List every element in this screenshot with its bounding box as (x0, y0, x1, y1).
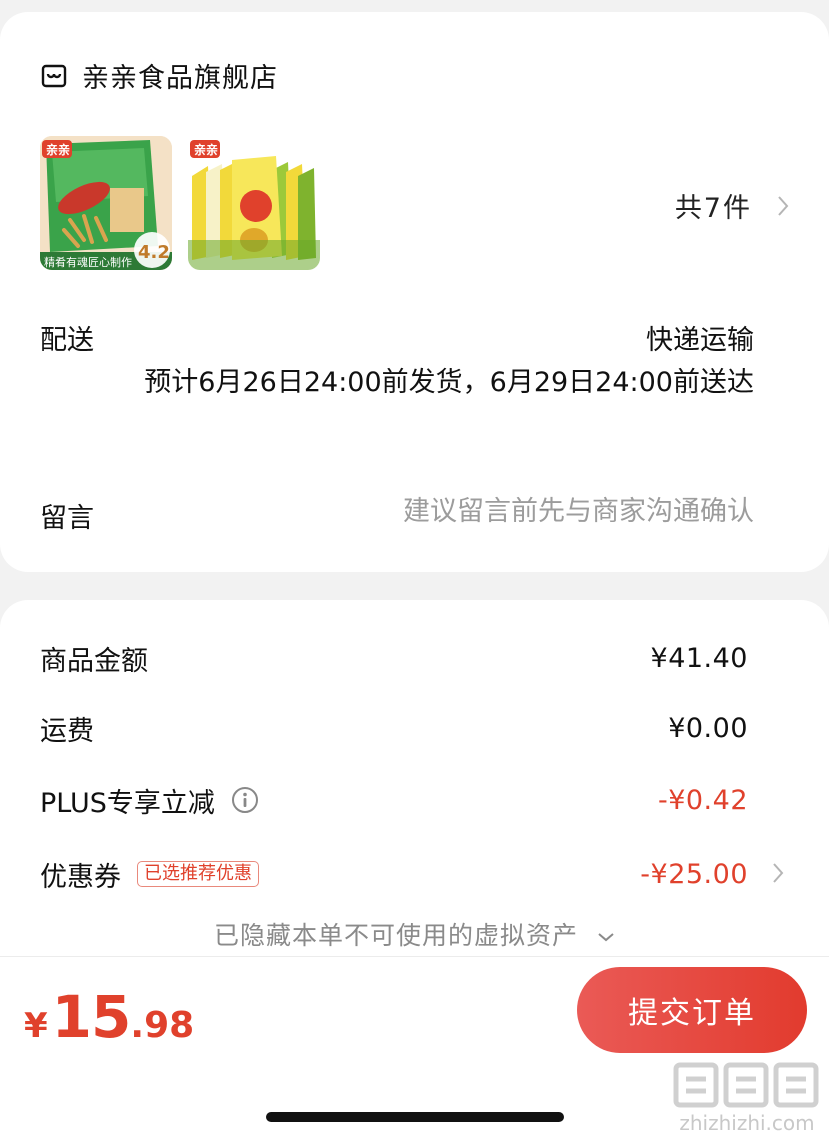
watermark-url: zhizhizhi.com (679, 1111, 815, 1135)
total-currency: ¥ (24, 1006, 48, 1046)
total-decimal: .98 (130, 1005, 195, 1046)
goods-amount-value: ¥41.40 (650, 642, 748, 674)
coupon-value: -¥25.00 (640, 858, 748, 890)
note-input[interactable] (254, 496, 754, 527)
order-total: ¥ 15 .98 (24, 983, 194, 1051)
chevron-right-icon (778, 195, 789, 216)
item-count-link[interactable]: 共7件 (675, 186, 790, 225)
total-integer: 15 (51, 983, 132, 1051)
shipping-label: 运费 (40, 715, 94, 747)
product-thumbnail-snack[interactable]: 亲亲 精肴有魂匠心制作 4.2 (40, 136, 172, 270)
delivery-method: 快递运输 (646, 325, 754, 356)
submit-order-button[interactable]: 提交订单 (577, 967, 807, 1053)
drink-pouches-image: 亲亲 (188, 136, 320, 270)
snack-bag-image: 亲亲 精肴有魂匠心制作 4.2 (40, 136, 172, 270)
hidden-assets-text: 已隐藏本单不可使用的虚拟资产 (214, 921, 579, 950)
checkout-bar: ¥ 15 .98 提交订单 zhizhizhi.com (0, 956, 829, 1141)
note-label: 留言 (40, 503, 94, 534)
goods-amount-row: 商品金额 ¥41.40 (40, 636, 748, 680)
shipping-row: 运费 ¥0.00 (40, 706, 748, 750)
product-row[interactable]: 亲亲 精肴有魂匠心制作 4.2 亲亲 共7件 (40, 136, 790, 276)
coupon-label: 优惠券 (40, 861, 121, 893)
note-row: 留言 (40, 496, 754, 536)
chevron-down-icon (598, 933, 614, 942)
chevron-right-icon (773, 863, 784, 883)
plus-discount-value: -¥0.42 (657, 784, 748, 816)
home-indicator (266, 1112, 564, 1122)
delivery-label: 配送 (40, 325, 94, 356)
delivery-row: 配送 快递运输 预计6月26日24:00前发货，6月29日24:00前送达 (40, 318, 754, 438)
plus-discount-row: PLUS专享立减 -¥0.42 (40, 778, 748, 822)
item-count: 共7件 (674, 193, 752, 224)
coupon-row[interactable]: 优惠券 已选推荐优惠 -¥25.00 (40, 852, 784, 896)
product-thumbnail-drink[interactable]: 亲亲 (188, 136, 320, 270)
delivery-estimate: 预计6月26日24:00前发货，6月29日24:00前送达 (144, 367, 754, 398)
store-header[interactable]: 亲亲食品旗舰店 (40, 56, 278, 95)
svg-text:亲亲: 亲亲 (46, 142, 70, 157)
goods-amount-label: 商品金额 (40, 645, 148, 677)
store-name[interactable]: 亲亲食品旗舰店 (82, 56, 278, 95)
svg-text:4.2: 4.2 (138, 242, 170, 263)
svg-text:亲亲: 亲亲 (194, 142, 218, 157)
hidden-assets-toggle[interactable]: 已隐藏本单不可使用的虚拟资产 (0, 916, 829, 952)
plus-discount-label: PLUS专享立减 (40, 787, 215, 819)
svg-text:精肴有魂匠心制作: 精肴有魂匠心制作 (44, 255, 132, 269)
store-card: 亲亲食品旗舰店 亲亲 精肴有魂匠心制作 4.2 亲亲 共7件 配送 快递运输 预… (0, 12, 829, 572)
coupon-badge: 已选推荐优惠 (137, 861, 259, 887)
info-icon[interactable] (231, 786, 259, 814)
shipping-value: ¥0.00 (668, 712, 748, 744)
store-icon (41, 64, 67, 87)
